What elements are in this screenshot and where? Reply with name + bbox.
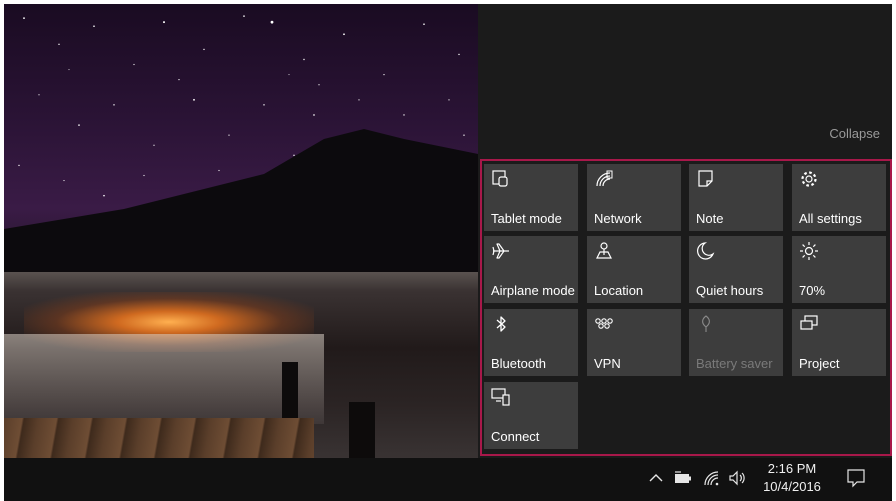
tile-vpn[interactable]: VPN (587, 309, 681, 376)
battery-icon[interactable] (673, 468, 693, 488)
tile-airplane-mode[interactable]: Airplane mode (484, 236, 578, 303)
location-icon (596, 242, 612, 259)
tile-project[interactable]: Project (792, 309, 886, 376)
tile-label: Bluetooth (491, 356, 546, 371)
airplane-icon (492, 243, 509, 259)
tile-all-settings[interactable]: All settings (792, 164, 886, 231)
connect-icon (491, 388, 510, 406)
tile-label: Quiet hours (696, 283, 764, 298)
notification-icon (847, 469, 865, 488)
collapse-link[interactable]: Collapse (829, 126, 880, 141)
volume-icon[interactable] (728, 468, 748, 488)
clock-date: 10/4/2016 (763, 479, 821, 494)
brightness-icon (800, 242, 818, 260)
tile-brightness[interactable]: 70% (792, 236, 886, 303)
dock-post (349, 402, 375, 458)
note-icon (698, 170, 713, 187)
clock-time: 2:16 PM (767, 461, 817, 476)
tile-battery-saver[interactable]: Battery saver (689, 309, 783, 376)
network-icon (596, 170, 613, 187)
screen: Collapse Tablet mode Network Note All se… (0, 0, 896, 501)
moon-icon (697, 242, 715, 260)
lake-reflection (4, 334, 324, 424)
tile-location[interactable]: Location (587, 236, 681, 303)
tile-tablet-mode[interactable]: Tablet mode (484, 164, 578, 231)
tile-quiet-hours[interactable]: Quiet hours (689, 236, 783, 303)
chevron-up-icon[interactable] (646, 468, 666, 488)
project-icon (800, 315, 818, 330)
tile-label: Connect (491, 429, 540, 444)
tile-label: All settings (799, 211, 862, 226)
tile-label: Project (799, 356, 840, 371)
wooden-dock (4, 418, 314, 458)
taskbar-clock[interactable]: 2:16 PM 10/4/2016 (752, 460, 832, 496)
wifi-icon[interactable] (702, 468, 722, 488)
tile-network[interactable]: Network (587, 164, 681, 231)
bluetooth-icon (496, 316, 506, 332)
tile-label: 70% (799, 283, 826, 298)
tile-bluetooth[interactable]: Bluetooth (484, 309, 578, 376)
tile-note[interactable]: Note (689, 164, 783, 231)
notification-button[interactable] (838, 458, 892, 501)
tablet-mode-icon (492, 170, 508, 187)
tile-label: Note (696, 211, 724, 226)
tile-label: Tablet mode (491, 211, 562, 226)
tile-label: Location (594, 283, 644, 298)
gear-icon (801, 171, 817, 187)
tile-label: Airplane mode (491, 283, 575, 298)
tile-label: Network (594, 211, 642, 226)
tile-label: Battery saver (696, 356, 773, 371)
tile-label: VPN (594, 356, 621, 371)
desktop-wallpaper (4, 4, 478, 458)
battery-saver-icon (702, 315, 710, 332)
vpn-icon (595, 318, 613, 329)
tile-connect[interactable]: Connect (484, 382, 578, 449)
